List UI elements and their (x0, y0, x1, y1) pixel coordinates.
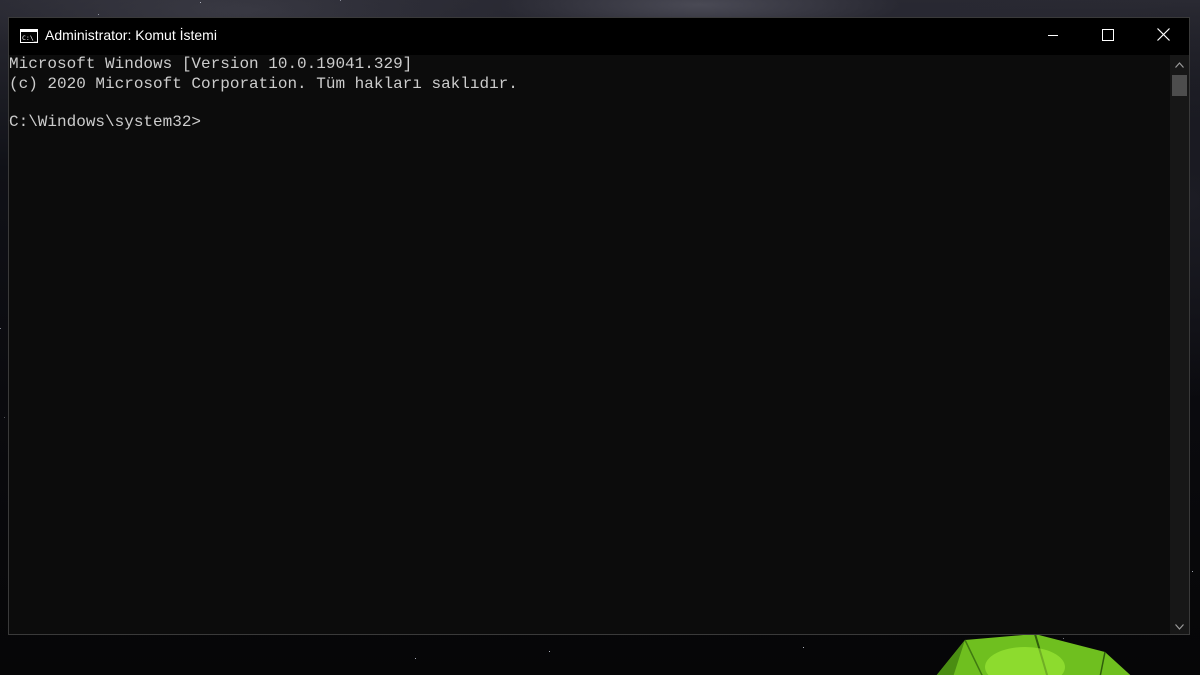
star (803, 647, 804, 648)
chevron-down-icon (1175, 617, 1184, 635)
tent-image (905, 632, 1165, 675)
star (4, 417, 5, 418)
window-title: Administrator: Komut İstemi (45, 27, 217, 43)
star (200, 2, 201, 3)
star (0, 328, 1, 329)
maximize-icon (1102, 28, 1114, 46)
console-output-area[interactable]: Microsoft Windows [Version 10.0.19041.32… (9, 55, 1170, 634)
scroll-up-button[interactable] (1170, 55, 1189, 72)
star (340, 0, 341, 1)
star (415, 658, 416, 659)
minimize-button[interactable] (1030, 18, 1076, 55)
star (1192, 571, 1193, 572)
vertical-scrollbar[interactable] (1170, 55, 1189, 634)
command-prompt-line[interactable]: C:\Windows\system32> (9, 113, 201, 132)
star (549, 651, 550, 652)
close-button[interactable] (1140, 18, 1186, 55)
close-icon (1156, 27, 1170, 46)
maximize-button[interactable] (1085, 18, 1131, 55)
minimize-icon (1047, 28, 1059, 46)
svg-text:C:\_: C:\_ (22, 34, 38, 42)
command-prompt-window[interactable]: C:\_ Administrator: Komut İstemi Microso… (8, 17, 1190, 635)
chevron-up-icon (1175, 55, 1184, 73)
scroll-down-button[interactable] (1170, 617, 1189, 634)
console-line-version: Microsoft Windows [Version 10.0.19041.32… (9, 55, 413, 73)
scroll-thumb[interactable] (1172, 75, 1187, 96)
cmd-icon: C:\_ (20, 29, 38, 43)
desktop-wallpaper: C:\_ Administrator: Komut İstemi Microso… (0, 0, 1200, 675)
title-bar[interactable]: C:\_ Administrator: Komut İstemi (9, 18, 1189, 55)
star (98, 14, 99, 15)
console-line-copyright: (c) 2020 Microsoft Corporation. Tüm hakl… (9, 75, 518, 93)
